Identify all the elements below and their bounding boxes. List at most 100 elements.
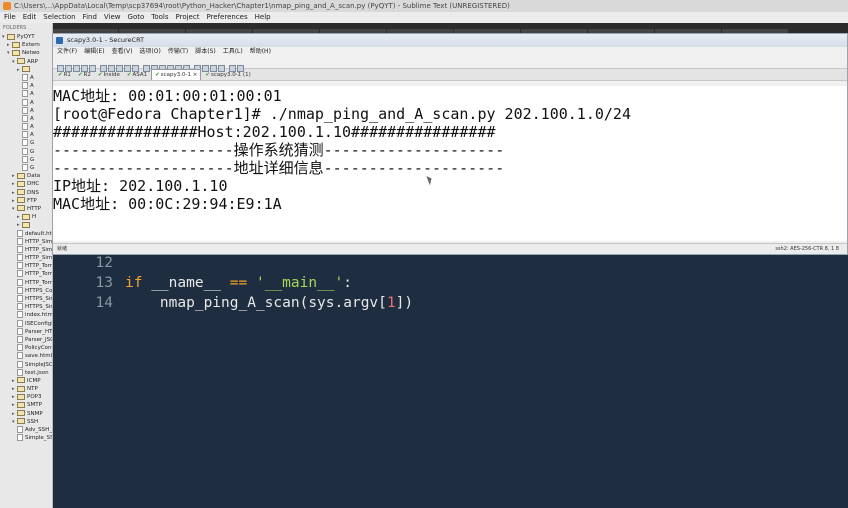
menu-item-find[interactable]: Find (83, 13, 97, 21)
menu-item-project[interactable]: Project (176, 13, 200, 21)
session-tab[interactable]: ✔ASA1 (124, 70, 150, 80)
close-tab-icon[interactable]: × (191, 72, 198, 78)
code-token: == (229, 275, 248, 291)
sidebar-file[interactable]: A (0, 90, 52, 98)
sidebar-folder[interactable]: ▸ DHC (0, 180, 52, 188)
sidebar-folder[interactable]: ▸ ICMP (0, 377, 52, 385)
sidebar-file[interactable]: A (0, 114, 52, 123)
sidebar-item-label: A (30, 115, 34, 122)
sidebar-folder[interactable]: ▸ Data (0, 172, 52, 180)
crt-menu-item[interactable]: 帮助(H) (250, 48, 271, 55)
sidebar-file[interactable]: Parser_JSON.p (0, 335, 52, 344)
sidebar-file[interactable]: HTTP_Simple (0, 254, 52, 262)
crt-menu-item[interactable]: 脚本(S) (195, 48, 216, 55)
file-icon (22, 139, 28, 147)
menu-item-selection[interactable]: Selection (43, 13, 75, 21)
sidebar-file[interactable]: default.html (0, 229, 52, 238)
crt-menu-item[interactable]: 文件(F) (57, 48, 77, 55)
terminal-output[interactable]: MAC地址: 00:01:00:01:00:01 [root@Fedora Cha… (53, 86, 847, 241)
sidebar-file[interactable]: save.html (0, 352, 52, 360)
sidebar-file[interactable]: HTTP_Simple (0, 237, 52, 246)
sidebar-folder[interactable]: ▸ Extern (0, 41, 52, 49)
securecrt-toolbar (53, 57, 847, 72)
menu-item-preferences[interactable]: Preferences (206, 13, 247, 21)
sidebar-folder[interactable]: ▾ HTTP (0, 205, 52, 213)
crt-menu-item[interactable]: 查看(V) (112, 48, 133, 55)
crt-menu-item[interactable]: 选项(O) (139, 48, 160, 55)
sidebar-folder[interactable]: ▾ SSH (0, 418, 52, 426)
sidebar-folder[interactable]: ▾ PyQYT (0, 33, 52, 41)
menu-item-help[interactable]: Help (255, 13, 271, 21)
sidebar-header: FOLDERS (3, 25, 27, 31)
sidebar-item-label: HTTP_Simple (25, 238, 52, 245)
crt-menu-item[interactable]: 传输(T) (168, 48, 188, 55)
sidebar-file[interactable]: G (0, 139, 52, 147)
code-editor[interactable]: 12 13 if __name__ == '__main__': 14 nmap_pi… (53, 245, 848, 508)
sidebar-folder[interactable]: ▸ (0, 221, 52, 229)
file-icon (17, 270, 23, 278)
sidebar-file[interactable]: HTTP_Tornado (0, 278, 52, 287)
session-tab[interactable]: ✔R2 (75, 70, 94, 80)
session-tab[interactable]: ✔R1 (55, 70, 74, 80)
sidebar-folder[interactable]: ▾ ARP (0, 58, 52, 66)
sidebar-file[interactable]: Adv_SSH_Clie (0, 426, 52, 434)
sidebar-file[interactable]: A (0, 131, 52, 139)
sidebar-file[interactable]: PolicyConfig.j (0, 344, 52, 352)
crt-menu-item[interactable]: 编辑(E) (84, 48, 104, 55)
menu-item-tools[interactable]: Tools (151, 13, 168, 21)
sidebar-item-label: A (30, 99, 34, 106)
sidebar-file[interactable]: A (0, 82, 52, 90)
sidebar-file[interactable]: A (0, 106, 52, 115)
sidebar-file[interactable]: HTTPS_Cookie (0, 286, 52, 295)
sidebar-folder[interactable]: ▸ (0, 66, 52, 74)
file-icon (17, 278, 23, 286)
session-tab[interactable]: ✔scapy3.0-1 × (151, 69, 202, 80)
sidebar-file[interactable]: G (0, 147, 52, 156)
menu-item-view[interactable]: View (104, 13, 121, 21)
sidebar-file[interactable]: test.json (0, 368, 52, 377)
file-icon (17, 311, 23, 319)
line-number: 12 (95, 255, 113, 271)
sidebar-folder[interactable]: ▸ DNS (0, 189, 52, 197)
sidebar-item-label: G (30, 148, 35, 155)
sidebar-folder[interactable]: ▸ SNMP (0, 410, 52, 418)
sidebar-item-label: test.json (25, 369, 49, 376)
sidebar-item-label: HTTPS_Cookie (25, 287, 52, 294)
sidebar-file[interactable]: HTTP_Tornado (0, 262, 52, 270)
sidebar-folder[interactable]: ▸ NTP (0, 385, 52, 393)
menu-item-goto[interactable]: Goto (128, 13, 145, 21)
sidebar-file[interactable]: Parser_HTML.p (0, 327, 52, 336)
sidebar-file[interactable]: HTTP_Simple (0, 245, 52, 254)
sidebar-file[interactable]: Simple_SSH_ (0, 434, 52, 442)
sidebar-item-label: HTTP_Tornado (25, 279, 52, 286)
session-tab[interactable]: ✔scapy3.0-1 (1) (202, 70, 253, 80)
sidebar-item-label: NTP (27, 386, 38, 393)
code-line: 12 (53, 253, 125, 273)
menu-item-edit[interactable]: Edit (23, 13, 37, 21)
sidebar-item-label: HTTP_Tornado (25, 263, 52, 270)
menu-item-file[interactable]: File (4, 13, 16, 21)
sidebar-folder[interactable]: ▸ FTP (0, 197, 52, 205)
sidebar-file[interactable]: A (0, 98, 52, 107)
sidebar-file[interactable]: HTTP_Tornado (0, 270, 52, 278)
session-tab-label: ASA1 (132, 72, 148, 78)
sidebar-folder[interactable]: ▸ H (0, 213, 52, 221)
sidebar-file[interactable]: ISEConfigPars (0, 319, 52, 328)
session-tab[interactable]: ✔Inside (95, 70, 123, 80)
sidebar-folder[interactable]: ▾ Netwo (0, 49, 52, 57)
securecrt-status-bar: 就绪 ssh2: AES-256-CTR 8, 1 8 (53, 243, 847, 254)
sidebar-file[interactable]: SimpleJSON.p (0, 360, 52, 369)
sidebar-file[interactable]: A (0, 73, 52, 82)
sidebar-file[interactable]: HTTPS_Simple (0, 295, 52, 303)
sidebar-file[interactable]: G (0, 164, 52, 172)
sidebar-folder[interactable]: ▸ POP3 (0, 393, 52, 401)
sidebar-file[interactable]: G (0, 155, 52, 164)
sidebar-folder[interactable]: ▸ SMTP (0, 401, 52, 409)
sidebar-file[interactable]: index.html (0, 311, 52, 319)
sidebar-file[interactable]: A (0, 123, 52, 131)
status-ready: 就绪 (57, 246, 68, 252)
sidebar-tree: ▾ PyQYT ▸ Extern ▾ Netwo ▾ ARP ▸ A A A A A A A A G G G G ▸ Dat… (0, 33, 52, 442)
sidebar-file[interactable]: HTTPS_Simple (0, 303, 52, 311)
crt-menu-item[interactable]: 工具(L) (223, 48, 243, 55)
sidebar-item-label: A (30, 124, 34, 131)
